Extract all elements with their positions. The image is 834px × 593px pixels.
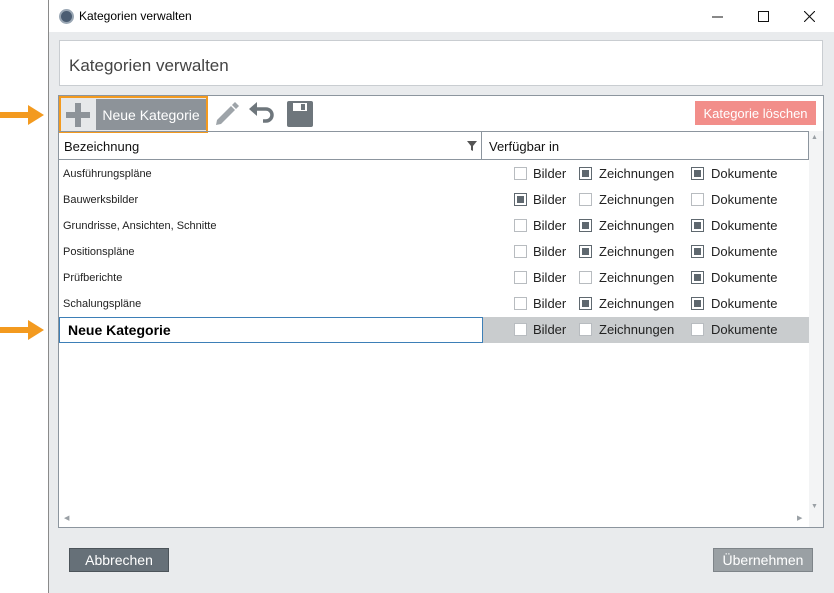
checkbox-images[interactable] [514,271,527,284]
category-row[interactable]: Grundrisse, Ansichten, Schnitte Bilder Zei… [59,213,809,239]
category-row[interactable]: Positionspläne Bilder Zeichnungen Dokumente [59,239,809,265]
checkbox-documents[interactable] [691,219,704,232]
checkbox-images[interactable] [514,245,527,258]
column-header-available-label: Verfügbar in [489,139,560,154]
checkbox-documents[interactable] [691,193,704,206]
app-icon [59,9,74,24]
checkbox-label-images: Bilder [533,322,567,337]
checkbox-documents[interactable] [691,167,704,180]
title-bar: Kategorien verwalten [49,0,834,32]
checkbox-label-drawings: Zeichnungen [599,218,675,233]
checkbox-documents[interactable] [691,245,704,258]
toolbar: Neue Kategorie Kategorie löschen [59,96,823,133]
minimize-icon [711,16,723,17]
checkbox-documents[interactable] [691,323,704,336]
maximize-button[interactable] [740,0,786,32]
checkbox-images[interactable] [514,167,527,180]
checkbox-documents[interactable] [691,271,704,284]
checkbox-label-documents: Dokumente [711,192,778,207]
page-title: Kategorien verwalten [69,56,229,75]
delete-category-button[interactable]: Kategorie löschen [695,101,816,125]
header-panel: Kategorien verwalten [59,40,823,86]
checkbox-label-images: Bilder [533,166,567,181]
close-icon [803,10,815,22]
checkbox-label-documents: Dokumente [711,296,778,311]
checkbox-drawings[interactable] [579,297,592,310]
horizontal-scrollbar[interactable]: ◀ ▶ [59,511,809,527]
checkbox-label-images: Bilder [533,296,567,311]
checkbox-label-images: Bilder [533,218,567,233]
callout-arrow-toolbar [0,105,44,125]
checkbox-drawings[interactable] [579,167,592,180]
checkbox-label-drawings: Zeichnungen [599,192,675,207]
save-icon [287,101,313,127]
checkbox-label-drawings: Zeichnungen [599,296,675,311]
scroll-up-icon[interactable]: ▲ [811,134,818,141]
scroll-right-icon[interactable]: ▶ [797,514,802,522]
grid-header: Bezeichnung Verfügbar in [59,131,809,160]
checkbox-label-documents: Dokumente [711,218,778,233]
checkbox-label-drawings: Zeichnungen [599,244,675,259]
checkbox-images[interactable] [514,219,527,232]
filter-icon[interactable] [467,141,477,151]
new-category-name-input[interactable] [59,317,483,343]
column-header-name-label: Bezeichnung [64,139,140,154]
checkbox-label-images: Bilder [533,192,567,207]
checkbox-label-drawings: Zeichnungen [599,166,675,181]
checkbox-documents[interactable] [691,297,704,310]
category-row[interactable]: Schalungspläne Bilder Zeichnungen Dokumente [59,291,809,317]
category-name: Schalungspläne [63,298,142,310]
maximize-icon [757,10,769,22]
checkbox-drawings[interactable] [579,245,592,258]
vertical-scrollbar[interactable]: ▲ ▼ [809,131,823,527]
checkbox-label-images: Bilder [533,244,567,259]
checkbox-images[interactable] [514,193,527,206]
edit-button[interactable] [211,99,241,129]
checkbox-label-documents: Dokumente [711,270,778,285]
category-name: Grundrisse, Ansichten, Schnitte [63,220,217,232]
undo-icon [249,102,274,123]
window-title: Kategorien verwalten [79,9,192,23]
category-name: Prüfberichte [63,272,123,284]
category-name: Bauwerksbilder [63,194,139,206]
new-category-group: Neue Kategorie [59,96,208,133]
save-button[interactable] [285,99,315,129]
checkbox-images[interactable] [514,323,527,336]
undo-button[interactable] [247,99,277,129]
minimize-button[interactable] [694,0,740,32]
apply-button[interactable]: Übernehmen [713,548,813,572]
category-row[interactable]: Prüfberichte Bilder Zeichnungen Dokumente [59,265,809,291]
category-row[interactable]: Ausführungspläne Bilder Zeichnungen Dokumen… [59,161,809,187]
checkbox-images[interactable] [514,297,527,310]
checkbox-label-documents: Dokumente [711,322,778,337]
checkbox-label-documents: Dokumente [711,244,778,259]
column-header-name[interactable]: Bezeichnung [59,132,482,160]
category-row[interactable]: Bauwerksbilder Bilder Zeichnungen Dokumente [59,187,809,213]
checkbox-label-drawings: Zeichnungen [599,270,675,285]
pencil-icon [216,102,239,125]
checkbox-label-images: Bilder [533,270,567,285]
close-button[interactable] [786,0,832,32]
scroll-down-icon[interactable]: ▼ [811,503,818,510]
plus-icon [65,102,90,127]
checkbox-label-documents: Dokumente [711,166,778,181]
cancel-button[interactable]: Abbrechen [69,548,169,572]
checkbox-label-drawings: Zeichnungen [599,322,675,337]
category-name: Ausführungspläne [63,168,152,180]
dialog-body: Kategorien verwalten Neue Kategorie Kate… [49,32,834,593]
checkbox-drawings[interactable] [579,323,592,336]
category-panel: Neue Kategorie Kategorie löschen Bezeich… [58,95,824,528]
column-header-available[interactable]: Verfügbar in [483,132,809,160]
checkbox-drawings[interactable] [579,193,592,206]
category-name: Positionspläne [63,246,135,258]
checkbox-drawings[interactable] [579,271,592,284]
new-category-button[interactable]: Neue Kategorie [96,99,206,130]
checkbox-drawings[interactable] [579,219,592,232]
add-button[interactable] [61,98,94,131]
callout-arrow-new-row [0,320,44,340]
new-category-row: Bilder Zeichnungen Dokumente [59,317,809,343]
dialog-footer: Abbrechen Übernehmen [49,539,834,593]
scroll-left-icon[interactable]: ◀ [64,514,69,522]
